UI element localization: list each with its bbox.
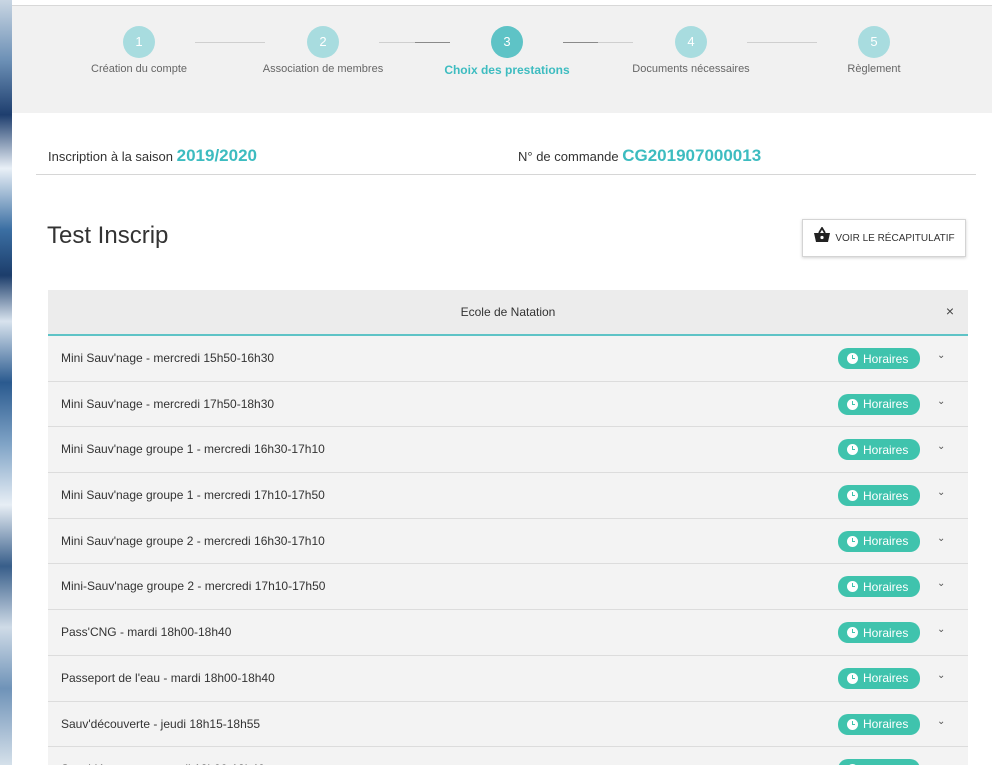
progress-stepper: 1 Création du compte 2 Association de me… [12, 5, 992, 113]
step-label: Association de membres [262, 63, 384, 75]
list-item-label: Mini Sauv'nage groupe 2 - mercredi 16h30… [61, 533, 325, 548]
list-item-label: Pass'CNG - mardi 18h00-18h40 [61, 625, 232, 640]
schedule-badge[interactable]: Horaires [838, 622, 920, 644]
schedule-badge[interactable]: Horaires [838, 348, 920, 369]
step-label: Règlement [847, 63, 901, 75]
chevron-down-icon[interactable]: ⌄ [937, 350, 945, 361]
step-5[interactable]: 5 Règlement [789, 26, 959, 75]
list-item-label: Mini Sauv'nage - mercredi 17h50-18h30 [61, 396, 275, 411]
season-info: Inscription à la saison 2019/2020 [48, 146, 257, 166]
clock-icon [847, 581, 858, 593]
order-info: N° de commande CG201907000013 [518, 146, 761, 166]
schedule-badge-label: Horaires [863, 579, 909, 594]
list-item[interactable]: Mini Sauv'nage - mercredi 17h50-18h30 Hor… [48, 381, 968, 428]
clock-icon [847, 398, 858, 410]
step-3[interactable]: 3 Choix des prestations [422, 26, 592, 77]
schedule-badge-label: Horaires [863, 488, 909, 503]
schedule-badge-label: Horaires [863, 534, 909, 549]
list-item-label: Mini Sauv'nage groupe 1 - mercredi 16h30… [61, 442, 325, 457]
schedule-badge[interactable]: Horaires [838, 667, 920, 689]
schedule-badge[interactable]: Horaires [838, 485, 920, 507]
step-label: Documents nécessaires [632, 63, 750, 75]
list-item-label: Mini Sauv'nage groupe 1 - mercredi 17h10… [61, 488, 325, 503]
chevron-down-icon[interactable]: ⌄ [937, 716, 945, 727]
order-label: N° de commande [518, 149, 619, 164]
activity-panel: Ecole de Natation × Mini Sauv'nage - mer… [48, 290, 968, 765]
basket-icon [813, 225, 831, 246]
chevron-down-icon[interactable]: ⌄ [937, 578, 945, 589]
list-item[interactable]: Mini-Sauv'nage groupe 2 - mercredi 17h10… [48, 564, 968, 611]
step-number: 3 [491, 26, 523, 58]
list-item[interactable]: Mini Sauv'nage groupe 1 - mercredi 17h10… [48, 473, 968, 519]
season-value: 2019/2020 [176, 146, 258, 165]
step-2[interactable]: 2 Association de membres [238, 26, 408, 75]
step-number: 2 [307, 26, 339, 58]
schedule-badge[interactable]: Horaires [838, 576, 920, 598]
panel-title: Ecole de Natation [460, 305, 556, 319]
clock-icon [847, 672, 858, 684]
order-value: CG201907000013 [622, 146, 762, 165]
schedule-badge[interactable]: Horaires [838, 759, 920, 765]
chevron-down-icon[interactable]: ⌄ [937, 533, 945, 544]
clock-icon [847, 353, 858, 364]
view-summary-button[interactable]: VOIR LE RÉCAPITULATIF [802, 219, 966, 257]
schedule-badge[interactable]: Horaires [838, 713, 920, 735]
schedule-badge-label: Horaires [863, 397, 909, 412]
list-item[interactable]: Mini Sauv'nage groupe 2 - mercredi 16h30… [48, 518, 968, 565]
list-item-label: Passeport de l'eau - mardi 18h00-18h40 [61, 670, 275, 685]
schedule-badge-label: Horaires [863, 671, 909, 686]
clock-icon [847, 718, 858, 730]
list-item[interactable]: Pass'CNG - mardi 18h00-18h40 Horaires ⌄ [48, 610, 968, 656]
clock-icon [847, 627, 858, 639]
chevron-down-icon[interactable]: ⌄ [937, 624, 945, 635]
view-summary-label: VOIR LE RÉCAPITULATIF [835, 232, 955, 244]
activity-list: Mini Sauv'nage - mercredi 15h50-16h30 Hor… [48, 336, 968, 765]
schedule-badge[interactable]: Horaires [838, 530, 920, 552]
chevron-down-icon[interactable]: ⌄ [937, 396, 945, 407]
clock-icon [847, 444, 858, 456]
registration-info-bar: Inscription à la saison 2019/2020 N° de … [36, 140, 976, 175]
chevron-down-icon[interactable]: ⌄ [937, 441, 945, 452]
season-label: Inscription à la saison [48, 149, 174, 164]
page: 1 Création du compte 2 Association de me… [12, 0, 992, 765]
schedule-badge-label: Horaires [863, 442, 909, 457]
clock-icon [847, 535, 858, 547]
page-title: Test Inscrip [47, 222, 169, 249]
list-item[interactable]: Sauv'découverte - jeudi 18h15-18h55 Horai… [48, 701, 968, 748]
list-item-label: Sauv'découverte - jeudi 18h15-18h55 [61, 716, 261, 731]
background-image-strip [0, 0, 12, 765]
list-item[interactable]: Sauv'découverte - mardi 18h00-18h40Horai… [48, 747, 968, 765]
chevron-down-icon[interactable]: ⌄ [937, 487, 945, 498]
list-item[interactable]: Mini Sauv'nage groupe 1 - mercredi 16h30… [48, 427, 968, 474]
step-number: 4 [675, 26, 707, 58]
schedule-badge[interactable]: Horaires [838, 393, 920, 415]
schedule-badge[interactable]: Horaires [838, 439, 920, 461]
clock-icon [847, 490, 858, 502]
step-number: 1 [123, 26, 155, 58]
panel-header: Ecole de Natation × [48, 290, 968, 336]
chevron-down-icon[interactable]: ⌄ [937, 761, 945, 765]
list-item[interactable]: Mini Sauv'nage - mercredi 15h50-16h30 Hor… [48, 336, 968, 382]
schedule-badge-label: Horaires [863, 351, 909, 366]
step-1[interactable]: 1 Création du compte [54, 26, 224, 75]
schedule-badge-label: Horaires [863, 625, 909, 640]
step-label: Création du compte [91, 63, 187, 75]
list-item-label: Mini Sauv'nage - mercredi 15h50-16h30 [61, 351, 275, 365]
chevron-down-icon[interactable]: ⌄ [937, 670, 945, 681]
step-label: Choix des prestations [444, 63, 570, 77]
close-icon[interactable]: × [946, 303, 954, 319]
list-item-label: Mini-Sauv'nage groupe 2 - mercredi 17h10… [61, 579, 326, 594]
schedule-badge-label: Horaires [863, 717, 909, 731]
list-item[interactable]: Passeport de l'eau - mardi 18h00-18h40 Ho… [48, 655, 968, 702]
step-4[interactable]: 4 Documents nécessaires [606, 26, 776, 75]
step-number: 5 [858, 26, 890, 58]
